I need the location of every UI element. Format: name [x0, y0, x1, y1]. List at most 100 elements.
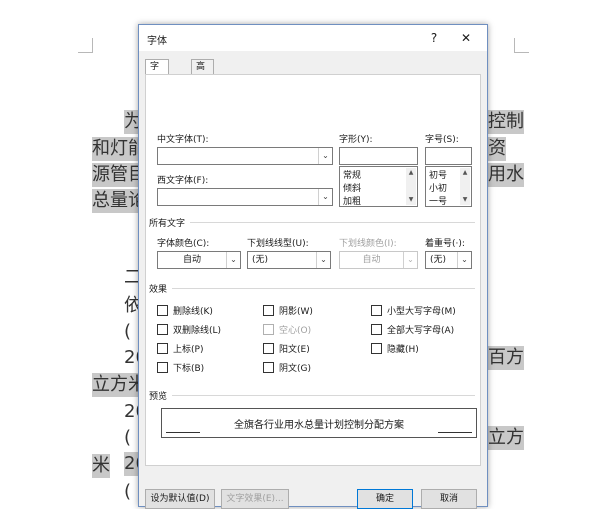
underline-type-value: (无): [252, 255, 269, 265]
checkbox-label: 阴文(G): [279, 364, 311, 374]
western-font-dropdown[interactable]: ⌄: [157, 188, 333, 206]
preview-underline-right: [438, 432, 472, 433]
small-caps-checkbox[interactable]: 小型大写字母(M): [371, 304, 456, 317]
font-color-dropdown[interactable]: 自动 ⌄: [157, 251, 241, 269]
doc-right-4: 百方: [488, 346, 524, 370]
chinese-font-dropdown[interactable]: ⌄: [157, 147, 333, 165]
doc-line-11: (: [124, 427, 132, 448]
hidden-checkbox[interactable]: 隐藏(H): [371, 342, 419, 355]
doc-right-2: 资: [488, 137, 506, 161]
scroll-down-icon[interactable]: ▼: [460, 195, 470, 205]
checkbox-box: [371, 343, 382, 354]
strikethrough-checkbox[interactable]: 删除线(K): [157, 304, 213, 317]
font-style-list[interactable]: 常规 倾斜 加粗 ▲ ▼: [339, 166, 418, 207]
help-icon[interactable]: ?: [425, 29, 443, 47]
checkbox-box: [263, 343, 274, 354]
ok-button[interactable]: 确定: [357, 489, 413, 509]
font-color-label: 字体颜色(C):: [157, 239, 210, 249]
font-style-input[interactable]: [339, 147, 418, 165]
emphasis-label: 着重号(·):: [425, 239, 465, 249]
doc-right-3: 用水: [488, 163, 524, 187]
doc-line-14: (: [124, 481, 132, 502]
underline-color-label: 下划线颜色(I):: [339, 239, 397, 249]
chevron-down-icon: ⌄: [318, 189, 332, 205]
font-size-label: 字号(S):: [425, 135, 459, 145]
subscript-checkbox[interactable]: 下标(B): [157, 361, 204, 374]
font-color-value: 自动: [182, 255, 201, 265]
checkbox-box: [263, 324, 274, 335]
list-item[interactable]: 初号: [429, 168, 447, 181]
set-default-button[interactable]: 设为默认值(D): [145, 489, 215, 509]
dialog-title-bar[interactable]: 字体 ? ✕: [139, 25, 487, 51]
chevron-down-icon: ⌄: [318, 148, 332, 164]
emphasis-value: (无): [430, 255, 447, 265]
checkbox-label: 空心(O): [279, 326, 312, 336]
checkbox-box: [157, 343, 168, 354]
cancel-button[interactable]: 取消: [421, 489, 477, 509]
scrollbar[interactable]: ▲ ▼: [406, 168, 416, 205]
chevron-down-icon: ⌄: [226, 252, 240, 268]
checkbox-label: 阴影(W): [279, 307, 313, 317]
doc-right-1: 控制: [488, 110, 524, 134]
double-strikethrough-checkbox[interactable]: 双删除线(L): [157, 323, 221, 336]
preview-text: 全旗各行业用水总量计划控制分配方案: [234, 420, 404, 431]
underline-color-value: 自动: [362, 255, 381, 265]
superscript-checkbox[interactable]: 上标(P): [157, 342, 203, 355]
scrollbar[interactable]: ▲ ▼: [460, 168, 470, 205]
outline-checkbox[interactable]: 空心(O): [263, 323, 311, 336]
checkbox-box: [157, 305, 168, 316]
chinese-font-label: 中文字体(T):: [157, 135, 209, 145]
scroll-up-icon[interactable]: ▲: [460, 168, 470, 178]
checkbox-label: 阳文(E): [279, 345, 310, 355]
list-item[interactable]: 倾斜: [343, 181, 361, 194]
font-dialog: 字体 ? ✕ 字体(N) 高级(V) 中文字体(T): ⌄ 西文字体(F): ⌄…: [138, 24, 488, 509]
divider: [172, 288, 475, 289]
scroll-up-icon[interactable]: ▲: [406, 168, 416, 178]
checkbox-label: 全部大写字母(A): [387, 326, 455, 336]
scroll-down-icon[interactable]: ▼: [406, 195, 416, 205]
chevron-down-icon: ⌄: [457, 252, 471, 268]
font-size-list[interactable]: 初号 小初 一号 ▲ ▼: [425, 166, 472, 207]
checkbox-label: 隐藏(H): [387, 345, 419, 355]
checkbox-box: [371, 324, 382, 335]
underline-type-dropdown[interactable]: (无) ⌄: [247, 251, 331, 269]
divider: [172, 395, 475, 396]
tab-advanced[interactable]: 高级(V): [191, 59, 215, 100]
checkbox-label: 双删除线(L): [173, 326, 222, 336]
emboss-checkbox[interactable]: 阳文(E): [263, 342, 310, 355]
engrave-checkbox[interactable]: 阴文(G): [263, 361, 311, 374]
doc-right-5: 立方: [488, 426, 524, 450]
font-size-input[interactable]: [425, 147, 472, 165]
list-item[interactable]: 一号: [429, 194, 447, 207]
dialog-title: 字体: [147, 36, 167, 47]
checkbox-label: 删除线(K): [173, 307, 213, 317]
divider: [190, 222, 475, 223]
western-font-label: 西文字体(F):: [157, 176, 209, 186]
underline-type-label: 下划线线型(U):: [247, 239, 309, 249]
all-text-heading: 所有文字: [149, 219, 186, 229]
text-effects-button[interactable]: 文字效果(E)...: [221, 489, 289, 509]
underline-color-dropdown[interactable]: 自动 ⌄: [339, 251, 418, 269]
emphasis-dropdown[interactable]: (无) ⌄: [425, 251, 472, 269]
chevron-down-icon: ⌄: [403, 252, 417, 268]
list-item[interactable]: 小初: [429, 181, 447, 194]
list-item[interactable]: 加粗: [343, 194, 361, 207]
effects-heading: 效果: [149, 285, 168, 295]
shadow-checkbox[interactable]: 阴影(W): [263, 304, 313, 317]
close-icon[interactable]: ✕: [457, 29, 475, 47]
crop-mark-top-right: [514, 38, 529, 53]
doc-line-13: 米: [92, 454, 110, 478]
checkbox-box: [371, 305, 382, 316]
checkbox-box: [157, 324, 168, 335]
preview-underline-left: [166, 432, 200, 433]
all-caps-checkbox[interactable]: 全部大写字母(A): [371, 323, 454, 336]
preview-box: 全旗各行业用水总量计划控制分配方案: [161, 408, 477, 438]
font-tab-panel: 中文字体(T): ⌄ 西文字体(F): ⌄ 字形(Y): 常规 倾斜 加粗 ▲ …: [145, 74, 481, 466]
checkbox-box: [157, 362, 168, 373]
chevron-down-icon: ⌄: [316, 252, 330, 268]
checkbox-label: 小型大写字母(M): [387, 307, 456, 317]
doc-line-7: (: [124, 321, 132, 342]
checkbox-label: 上标(P): [173, 345, 204, 355]
list-item[interactable]: 常规: [343, 168, 361, 181]
checkbox-box: [263, 305, 274, 316]
